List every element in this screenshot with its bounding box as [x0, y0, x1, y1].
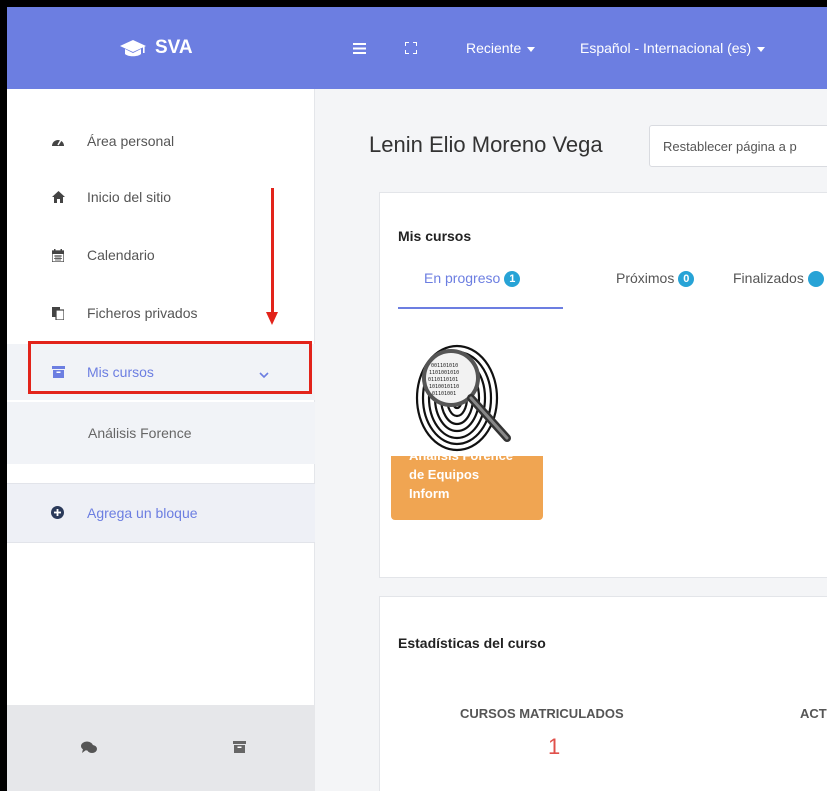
course-name[interactable]: Análisis Forence de Equipos Inform [409, 456, 519, 503]
stat-enrolled-label: CURSOS MATRICULADOS [460, 706, 624, 721]
hamburger-icon [353, 42, 366, 54]
tab-count-badge: 0 [678, 271, 695, 287]
calendar-icon [51, 248, 65, 262]
course-stats-block: Estadísticas del curso CURSOS MATRICULAD… [379, 596, 827, 791]
stat-active-label: ACT [800, 706, 827, 721]
sidebar-item-inicio[interactable]: Inicio del sitio [7, 169, 315, 225]
block-title: Mis cursos [398, 228, 472, 244]
add-block-button[interactable]: Agrega un bloque [7, 483, 315, 543]
brand-link[interactable]: SVA [119, 7, 193, 89]
home-icon [51, 190, 65, 204]
sidebar-item-label: Área personal [87, 133, 175, 149]
sidebar-subitem-label: Análisis Forence [88, 425, 192, 441]
annotation-arrow [271, 188, 274, 316]
caret-down-icon [527, 46, 536, 52]
svg-text:0110110101: 0110110101 [428, 377, 458, 383]
course-name-panel: Análisis Forence de Equipos Inform [391, 456, 543, 520]
expand-icon [405, 42, 417, 54]
fullscreen-button[interactable] [405, 7, 417, 89]
add-block-label: Agrega un bloque [87, 505, 198, 521]
language-dropdown[interactable]: Español - Internacional (es) [580, 7, 766, 89]
tab-finalizados[interactable]: Finalizados [733, 270, 824, 309]
caret-down-icon [757, 46, 766, 52]
svg-text:01101001: 01101001 [432, 391, 456, 397]
tab-label: Próximos [616, 270, 675, 286]
menu-toggle-button[interactable] [353, 7, 366, 89]
language-label: Español - Internacional (es) [580, 40, 752, 56]
tab-count-badge: 1 [504, 271, 521, 287]
top-navbar: SVA Reciente Español - Internacional (es… [7, 7, 827, 89]
tab-proximos[interactable]: Próximos 0 [616, 270, 695, 309]
tab-label: En progreso [424, 270, 501, 286]
mis-cursos-block: Mis cursos En progreso 1 Próximos 0 Fina… [379, 192, 827, 578]
tab-label: Finalizados [733, 270, 804, 286]
app-window: SVA Reciente Español - Internacional (es… [7, 7, 827, 791]
sidebar: Área personal Inicio del sitio Calendari… [7, 89, 315, 791]
archive-icon [232, 741, 246, 753]
svg-text:1010010110: 1010010110 [429, 384, 459, 390]
stat-enrolled-value: 1 [548, 734, 561, 759]
plus-circle-icon [51, 506, 64, 522]
courses-footer-button[interactable] [227, 735, 251, 759]
page-title: Lenin Elio Moreno Vega [369, 132, 603, 157]
recent-label: Reciente [466, 40, 522, 56]
sidebar-item-label: Inicio del sitio [87, 189, 172, 205]
fingerprint-magnifier-icon: 001101010 1101001010 0110110101 10100101… [415, 344, 511, 452]
sidebar-subitem-course[interactable]: Análisis Forence [7, 402, 315, 464]
tab-en-progreso[interactable]: En progreso 1 [398, 270, 563, 309]
messages-icon [81, 741, 97, 753]
dashboard-icon [51, 134, 65, 148]
course-card[interactable]: 001101010 1101001010 0110110101 10100101… [391, 326, 543, 522]
files-icon [51, 306, 65, 320]
course-image: 001101010 1101001010 0110110101 10100101… [391, 326, 543, 456]
sidebar-item-label: Ficheros privados [87, 305, 198, 321]
brand-name: SVA [155, 37, 193, 58]
annotation-highlight-box [28, 341, 312, 394]
recent-dropdown[interactable]: Reciente [466, 7, 536, 89]
tab-count-badge [807, 271, 824, 287]
sidebar-item-calendario[interactable]: Calendario [7, 227, 315, 283]
annotation-arrow-head [266, 312, 278, 325]
sidebar-footer [7, 705, 315, 791]
svg-text:001101010: 001101010 [431, 363, 458, 369]
reset-page-button[interactable]: Restablecer página a p [649, 125, 827, 167]
sidebar-item-label: Calendario [87, 247, 155, 263]
block-title: Estadísticas del curso [398, 635, 546, 651]
svg-text:1101001010: 1101001010 [429, 370, 459, 376]
sidebar-item-area-personal[interactable]: Área personal [7, 113, 315, 169]
messages-button[interactable] [77, 735, 101, 759]
graduation-cap-icon [120, 40, 146, 57]
